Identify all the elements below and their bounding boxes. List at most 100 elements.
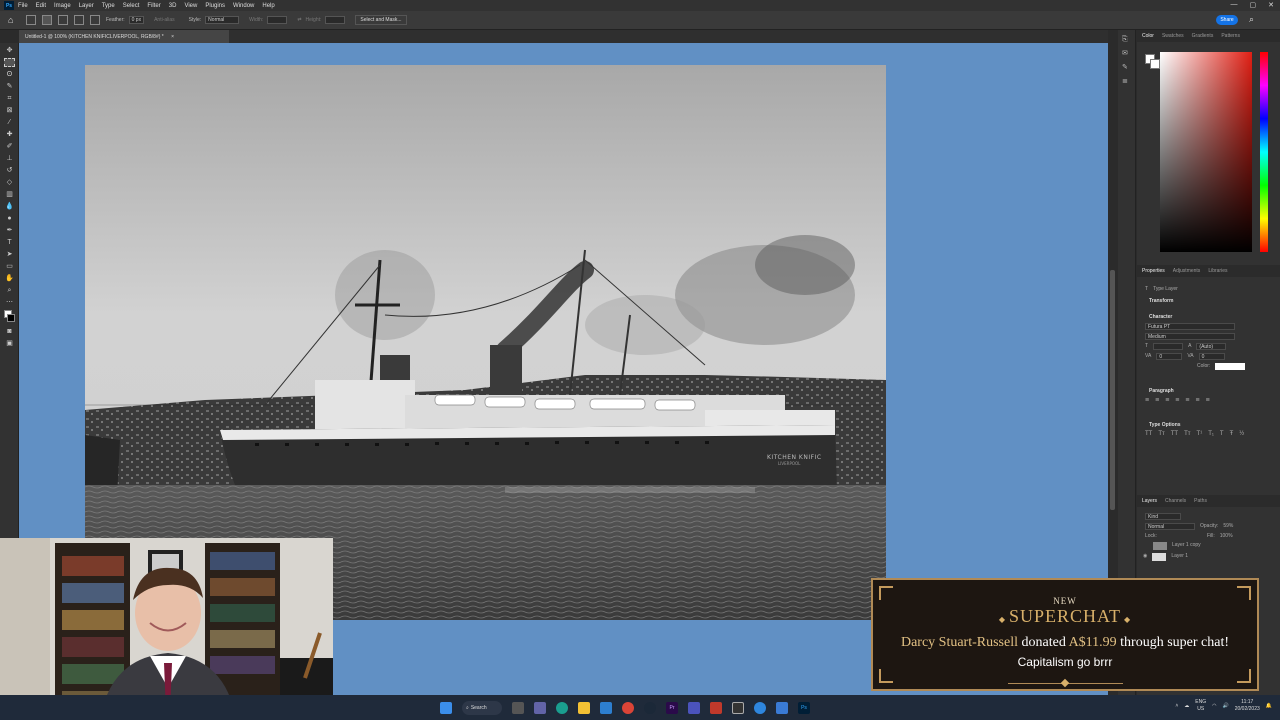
photoshop-taskbar-icon[interactable]: Ps xyxy=(798,701,810,714)
tab-gradients[interactable]: Gradients xyxy=(1192,33,1214,42)
feather-input[interactable]: 0 px xyxy=(128,16,145,24)
frame-tool-icon[interactable]: ⊠ xyxy=(4,106,15,115)
tab-channels[interactable]: Channels xyxy=(1165,498,1186,507)
brush-tool-icon[interactable]: ✐ xyxy=(4,142,15,151)
text-color-swatch[interactable] xyxy=(1215,363,1246,370)
history-brush-tool-icon[interactable]: ↺ xyxy=(4,166,15,175)
color-picker-field[interactable] xyxy=(1160,52,1252,252)
height-input[interactable] xyxy=(325,16,346,24)
tab-swatches[interactable]: Swatches xyxy=(1162,33,1184,42)
menu-3d[interactable]: 3D xyxy=(169,3,177,9)
menu-window[interactable]: Window xyxy=(233,3,254,9)
chat-icon[interactable] xyxy=(534,701,546,714)
obs-icon[interactable] xyxy=(732,701,744,714)
hue-slider[interactable] xyxy=(1260,52,1268,252)
select-and-mask-button[interactable]: Select and Mask... xyxy=(355,15,407,25)
new-selection-icon[interactable] xyxy=(42,15,52,25)
menu-layer[interactable]: Layer xyxy=(79,3,94,9)
subscript-icon[interactable]: T₁ xyxy=(1208,431,1214,437)
pen-tool-icon[interactable]: ✒ xyxy=(4,226,15,235)
visibility-eye-icon[interactable]: ◉ xyxy=(1143,553,1147,561)
tab-patterns[interactable]: Patterns xyxy=(1221,33,1240,42)
menu-edit[interactable]: Edit xyxy=(36,3,46,9)
leading-input[interactable]: (Auto) xyxy=(1196,343,1227,350)
justify-center-icon[interactable]: ≡ xyxy=(1185,397,1189,404)
layer-kind-filter[interactable]: Kind xyxy=(1145,513,1181,520)
justify-left-icon[interactable]: ≡ xyxy=(1175,397,1179,404)
all-caps-icon[interactable]: TT xyxy=(1171,431,1178,437)
add-selection-icon[interactable] xyxy=(58,15,68,25)
font-style-select[interactable]: Medium xyxy=(1145,333,1235,340)
quick-mask-icon[interactable]: ◙ xyxy=(4,327,15,336)
underline-icon[interactable]: T xyxy=(1220,431,1224,437)
share-button[interactable]: Share xyxy=(1216,15,1238,25)
font-family-select[interactable]: Futura PT xyxy=(1145,323,1235,330)
menu-help[interactable]: Help xyxy=(262,3,274,9)
search-icon[interactable]: ⌕ xyxy=(1249,14,1254,25)
more-tools-icon[interactable]: ⋯ xyxy=(4,298,15,307)
document-tab-close-icon[interactable]: × xyxy=(171,34,174,40)
tab-layers[interactable]: Layers xyxy=(1142,498,1157,507)
edge-browser-icon[interactable] xyxy=(556,701,568,714)
align-left-icon[interactable]: ≡ xyxy=(1145,397,1149,404)
justify-right-icon[interactable]: ≡ xyxy=(1195,397,1199,404)
justify-all-icon[interactable]: ≡ xyxy=(1206,397,1210,404)
strikethrough-icon[interactable]: Ŧ xyxy=(1230,431,1234,437)
document-tab[interactable]: Untitled-1 @ 100% (KITCHEN KNIFICLIVERPO… xyxy=(19,30,229,43)
type-options-section[interactable]: Type Options xyxy=(1137,404,1280,428)
maximize-button[interactable]: ▢ xyxy=(1250,1,1257,9)
adjustments-panel-icon[interactable]: ≣ xyxy=(1122,78,1132,86)
layer-row[interactable]: ◉ Layer 1 xyxy=(1137,550,1280,561)
notification-icon[interactable]: 🔔 xyxy=(1266,703,1272,709)
color-swatch-icon[interactable] xyxy=(4,310,15,324)
faux-bold-icon[interactable]: TT xyxy=(1145,431,1152,437)
clone-stamp-tool-icon[interactable]: ⊥ xyxy=(4,154,15,163)
small-caps-icon[interactable]: Tт xyxy=(1184,431,1190,437)
dodge-tool-icon[interactable]: ● xyxy=(4,214,15,223)
comments-panel-icon[interactable]: ✉ xyxy=(1122,50,1132,58)
clock[interactable]: 11:17 20/02/2023 xyxy=(1235,699,1260,713)
steam-icon[interactable] xyxy=(644,701,656,714)
eyedropper-tool-icon[interactable]: ⁄ xyxy=(4,118,15,127)
lasso-tool-icon[interactable]: ʘ xyxy=(4,70,15,79)
crop-tool-icon[interactable]: ⌗ xyxy=(4,94,15,103)
superscript-icon[interactable]: T¹ xyxy=(1197,431,1203,437)
blend-mode-select[interactable]: Normal xyxy=(1145,523,1195,530)
hand-tool-icon[interactable]: ✋ xyxy=(4,274,15,283)
tracking-input[interactable]: 0 xyxy=(1198,353,1225,360)
align-center-icon[interactable]: ≡ xyxy=(1155,397,1159,404)
menu-plugins[interactable]: Plugins xyxy=(205,3,225,9)
zoom-tool-icon[interactable]: ⌕ xyxy=(4,286,15,295)
font-size-input[interactable] xyxy=(1153,343,1184,350)
tab-properties[interactable]: Properties xyxy=(1142,268,1165,277)
history-panel-icon[interactable]: ⎘ xyxy=(1122,36,1132,44)
menu-view[interactable]: View xyxy=(184,3,197,9)
blur-tool-icon[interactable]: 💧 xyxy=(4,202,15,211)
close-button[interactable]: ✕ xyxy=(1268,1,1274,9)
transform-section[interactable]: Transform xyxy=(1137,292,1280,304)
type-tool-icon[interactable]: T xyxy=(4,238,15,247)
subtract-selection-icon[interactable] xyxy=(74,15,84,25)
app-icon[interactable] xyxy=(710,701,722,714)
move-tool-icon[interactable]: ✥ xyxy=(4,46,15,55)
background-color-swatch[interactable] xyxy=(1150,59,1160,69)
ship-photograph[interactable]: KITCHEN KNIFIC LIVERPOOL xyxy=(85,65,886,620)
style-select[interactable]: Normal xyxy=(205,16,240,24)
opacity-value[interactable]: 59% xyxy=(1223,523,1233,530)
path-select-tool-icon[interactable]: ➤ xyxy=(4,250,15,259)
menu-type[interactable]: Type xyxy=(102,3,115,9)
eraser-tool-icon[interactable]: ◇ xyxy=(4,178,15,187)
wifi-icon[interactable]: ◠ xyxy=(1212,703,1216,709)
marquee-tool-icon[interactable] xyxy=(4,58,15,67)
healing-brush-tool-icon[interactable]: ✚ xyxy=(4,130,15,139)
task-view-icon[interactable] xyxy=(512,701,524,714)
minimize-button[interactable]: — xyxy=(1231,1,1238,9)
faux-italic-icon[interactable]: Tт xyxy=(1158,431,1164,437)
menu-image[interactable]: Image xyxy=(54,3,71,9)
marquee-tool-icon[interactable] xyxy=(26,15,36,25)
notepad-icon[interactable] xyxy=(776,701,788,714)
width-input[interactable] xyxy=(267,16,288,24)
fraction-icon[interactable]: ½ xyxy=(1239,431,1244,437)
windows-start-icon[interactable] xyxy=(440,701,452,714)
teams-icon[interactable] xyxy=(688,701,700,714)
